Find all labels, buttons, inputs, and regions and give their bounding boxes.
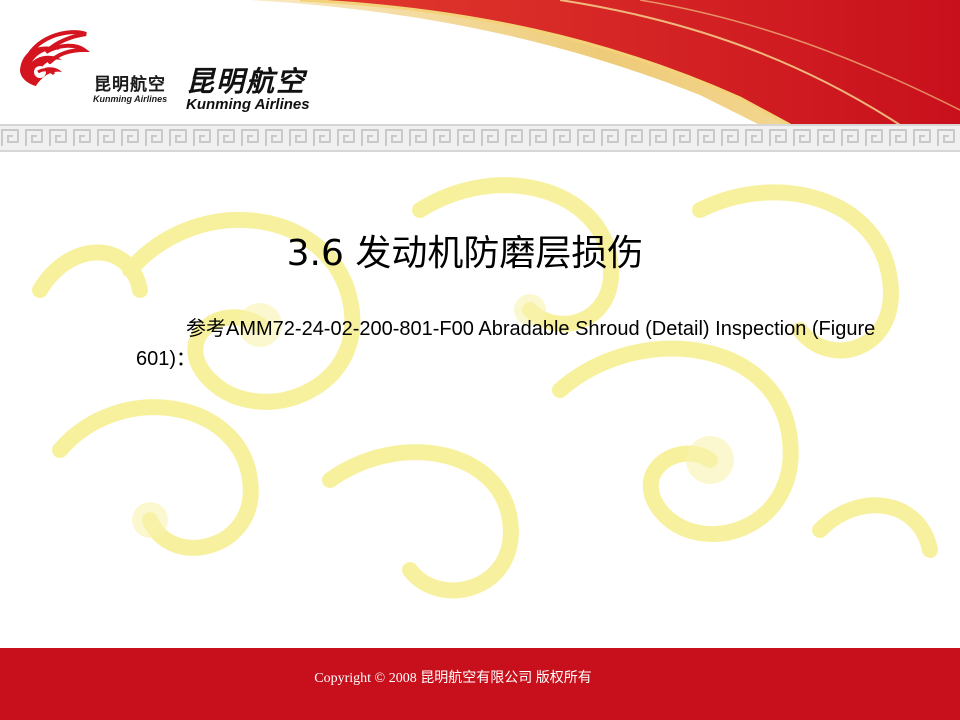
logo-chinese-name-small: 昆明航空 — [94, 75, 166, 95]
logo-english-name-large: Kunming Airlines — [186, 96, 310, 113]
slide-title: 3.6 发动机防磨层损伤 — [286, 233, 644, 274]
fret-border-band — [0, 124, 960, 152]
phoenix-logo-icon — [20, 30, 90, 86]
slide: 昆明航空 Kunming Airlines 昆明航空 Kunming Airli… — [0, 0, 960, 720]
logo-chinese-name-large: 昆明航空 — [186, 65, 307, 98]
footer-copyright: Copyright © 2008 昆明航空有限公司 版权所有 — [314, 671, 592, 686]
slide-body-text: 参考AMM72-24-02-200-801-F00 Abradable Shro… — [136, 318, 876, 370]
logo-english-name-small: Kunming Airlines — [93, 94, 168, 104]
